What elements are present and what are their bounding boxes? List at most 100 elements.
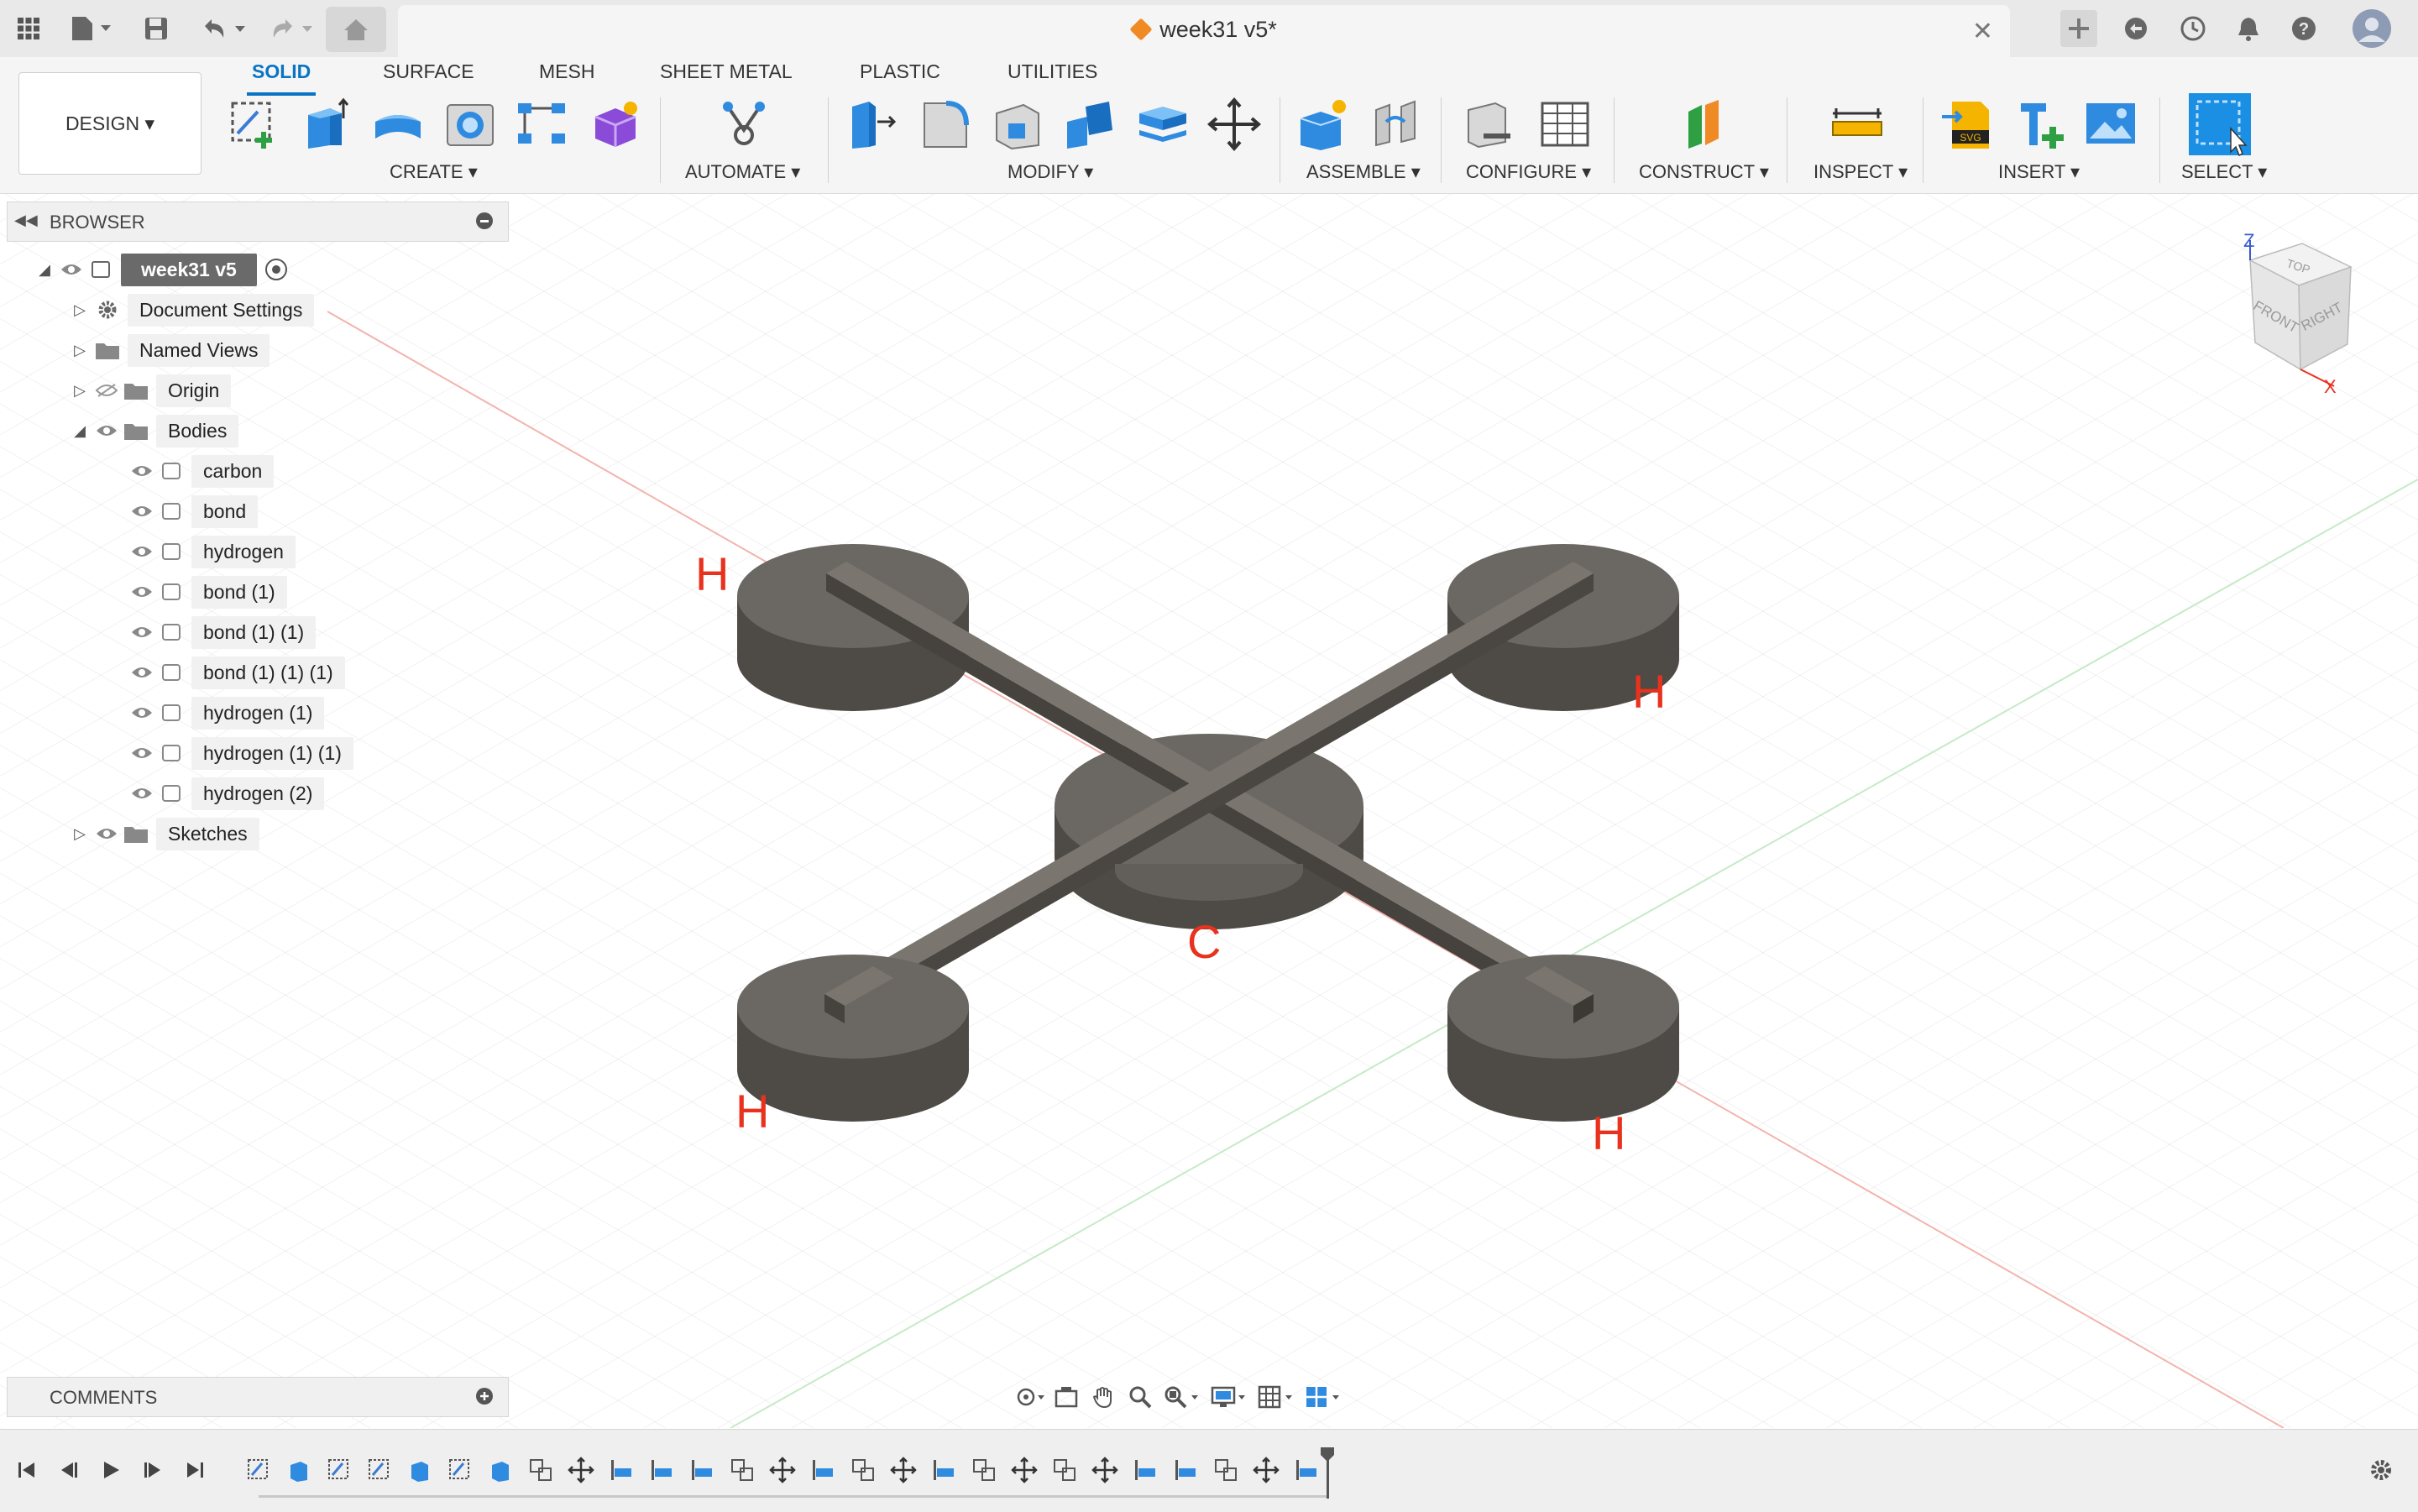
close-tab-icon[interactable]: ✕: [1972, 17, 1993, 46]
tree-item-bodies[interactable]: ◢ Bodies: [67, 413, 239, 448]
new-tab-icon[interactable]: [2060, 10, 2097, 47]
redo-icon[interactable]: [262, 10, 321, 47]
visibility-eye-icon[interactable]: [92, 424, 121, 437]
orbit-icon[interactable]: [1013, 1380, 1046, 1414]
browser-minimize-icon[interactable]: [476, 212, 493, 229]
visibility-eye-icon[interactable]: [128, 787, 156, 800]
modify-menu[interactable]: MODIFY ▾: [1008, 161, 1093, 183]
timeline-sketch-icon[interactable]: [243, 1453, 274, 1487]
save-icon[interactable]: [138, 10, 175, 47]
expand-icon[interactable]: ▷: [67, 382, 92, 400]
expand-icon[interactable]: ▷: [67, 342, 92, 359]
collapse-panel-icon[interactable]: ◀◀: [14, 212, 38, 229]
tree-item-sketches[interactable]: ▷ Sketches: [67, 816, 259, 851]
automate-icon[interactable]: [715, 96, 772, 153]
body-item-hydrogen-1[interactable]: hydrogen (1): [128, 695, 325, 730]
offset-face-icon[interactable]: [1133, 96, 1191, 153]
tab-sheet-metal[interactable]: SHEET METAL: [655, 60, 798, 83]
timeline-align-icon[interactable]: [1291, 1453, 1322, 1487]
timeline-copy-icon[interactable]: [1049, 1453, 1080, 1487]
visibility-eye-icon[interactable]: [128, 585, 156, 599]
grid-settings-icon[interactable]: [1254, 1380, 1298, 1414]
timeline-copy-icon[interactable]: [727, 1453, 757, 1487]
move-copy-icon[interactable]: [1206, 96, 1263, 153]
app-grid-icon[interactable]: [10, 10, 47, 47]
timeline-align-icon[interactable]: [929, 1453, 959, 1487]
fillet-icon[interactable]: [917, 96, 974, 153]
job-status-icon[interactable]: [2175, 10, 2211, 47]
insert-canvas-icon[interactable]: [2082, 96, 2139, 153]
tab-plastic[interactable]: PLASTIC: [855, 60, 945, 83]
visibility-eye-icon[interactable]: [128, 625, 156, 639]
expand-icon[interactable]: ▷: [67, 301, 92, 319]
tab-mesh[interactable]: MESH: [534, 60, 599, 83]
timeline-sketch-icon[interactable]: [445, 1453, 475, 1487]
comments-panel[interactable]: COMMENTS: [7, 1377, 509, 1417]
tab-utilities[interactable]: UTILITIES: [1002, 60, 1102, 83]
visibility-eye-icon[interactable]: [128, 545, 156, 558]
hole-icon[interactable]: [442, 96, 499, 153]
body-item-hydrogen-2[interactable]: hydrogen (2): [128, 776, 325, 811]
measure-icon[interactable]: [1829, 96, 1886, 153]
browser-header[interactable]: ◀◀ BROWSER: [7, 201, 509, 242]
select-icon[interactable]: [2186, 91, 2253, 158]
viewcube[interactable]: TOP FRONT RIGHT Z X: [2225, 227, 2384, 403]
body-item-carbon[interactable]: carbon: [128, 453, 275, 489]
automate-menu[interactable]: AUTOMATE ▾: [685, 161, 800, 183]
visibility-eye-icon[interactable]: [128, 464, 156, 478]
active-component-radio[interactable]: [264, 259, 287, 280]
expand-icon[interactable]: ▷: [67, 825, 92, 843]
tree-root[interactable]: ◢ week31 v5: [32, 252, 287, 287]
combine-icon[interactable]: [1061, 96, 1118, 153]
timeline-align-icon[interactable]: [687, 1453, 717, 1487]
viewports-icon[interactable]: [1301, 1380, 1345, 1414]
create-sketch-icon[interactable]: [227, 96, 284, 153]
insert-menu[interactable]: INSERT ▾: [1998, 161, 2080, 183]
tab-surface[interactable]: SURFACE: [378, 60, 479, 83]
construct-menu[interactable]: CONSTRUCT ▾: [1639, 161, 1769, 183]
insert-mcmaster-icon[interactable]: [2012, 96, 2069, 153]
create-form-icon[interactable]: [586, 96, 643, 153]
notifications-icon[interactable]: [2230, 10, 2267, 47]
visibility-eye-icon[interactable]: [57, 263, 86, 276]
timeline-move-icon[interactable]: [1090, 1453, 1120, 1487]
insert-svg-icon[interactable]: SVG: [1939, 96, 1997, 153]
display-settings-icon[interactable]: [1207, 1380, 1251, 1414]
tree-item-named-views[interactable]: ▷ Named Views: [67, 332, 270, 368]
timeline-move-icon[interactable]: [566, 1453, 596, 1487]
document-tab[interactable]: week31 v5* ✕: [398, 5, 2010, 57]
timeline-copy-icon[interactable]: [969, 1453, 999, 1487]
timeline-sketch-icon[interactable]: [364, 1453, 395, 1487]
methane-model[interactable]: [737, 544, 1679, 1122]
timeline-move-icon[interactable]: [1251, 1453, 1281, 1487]
step-forward-icon[interactable]: [134, 1452, 171, 1488]
undo-icon[interactable]: [195, 10, 254, 47]
timeline-copy-icon[interactable]: [848, 1453, 878, 1487]
visibility-eye-icon[interactable]: [128, 746, 156, 760]
visibility-eye-icon[interactable]: [92, 827, 121, 840]
timeline-align-icon[interactable]: [646, 1453, 677, 1487]
visibility-hidden-icon[interactable]: [92, 383, 121, 398]
configuration-table-icon[interactable]: [1536, 96, 1594, 153]
home-icon[interactable]: [326, 7, 386, 52]
timeline-copy-icon[interactable]: [526, 1453, 556, 1487]
timeline-extrude-icon[interactable]: [405, 1453, 435, 1487]
select-menu[interactable]: SELECT ▾: [2181, 161, 2267, 183]
tree-item-origin[interactable]: ▷ Origin: [67, 373, 232, 408]
zoom-window-icon[interactable]: [1160, 1380, 1204, 1414]
collapse-icon[interactable]: ◢: [67, 422, 92, 440]
inspect-menu[interactable]: INSPECT ▾: [1814, 161, 1908, 183]
help-icon[interactable]: ?: [2285, 10, 2322, 47]
visibility-eye-icon[interactable]: [128, 505, 156, 518]
timeline-align-icon[interactable]: [1130, 1453, 1160, 1487]
construct-plane-icon[interactable]: [1676, 96, 1733, 153]
create-menu[interactable]: CREATE ▾: [390, 161, 478, 183]
body-item-bond-1-1[interactable]: bond (1) (1): [128, 615, 317, 650]
assemble-menu[interactable]: ASSEMBLE ▾: [1306, 161, 1421, 183]
extensions-icon[interactable]: [2117, 10, 2154, 47]
new-component-icon[interactable]: [1295, 96, 1352, 153]
timeline-sketch-icon[interactable]: [324, 1453, 354, 1487]
look-at-icon[interactable]: [1049, 1380, 1083, 1414]
timeline-move-icon[interactable]: [1009, 1453, 1039, 1487]
add-comment-icon[interactable]: [476, 1388, 493, 1405]
